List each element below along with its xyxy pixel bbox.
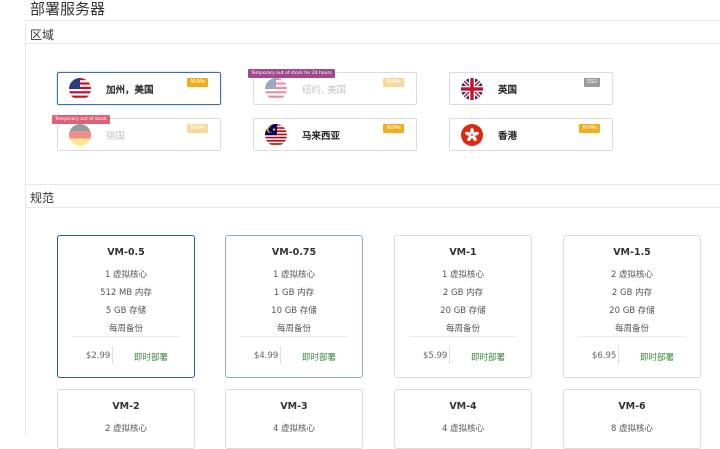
plan-card-vm-1-5[interactable]: VM-1.5 2 虚拟核心 2 GB 内存 20 GB 存储 每周备份 $6.9…: [563, 235, 701, 378]
my-flag-icon: [265, 124, 287, 146]
plan-disk: 10 GB 存储: [271, 306, 317, 316]
separator: [618, 346, 619, 364]
plan-ram: 2 GB 内存: [442, 288, 484, 298]
plan-name: VM-4: [449, 401, 477, 412]
plan-price: $6.95: [592, 351, 617, 361]
plan-cpu: 2 虚拟核心: [104, 424, 148, 434]
plan-disk: 5 GB 存储: [105, 306, 147, 316]
us-flag-icon: [265, 78, 287, 100]
ssd-badge: SSD: [583, 78, 600, 87]
region-name: 加州，美国: [106, 85, 154, 96]
instant-deploy-label: 即时部署: [639, 353, 674, 363]
plan-card-vm-4[interactable]: VM-4 4 虚拟核心: [394, 389, 532, 449]
plan-name: VM-0.75: [271, 247, 317, 258]
divider: [25, 20, 720, 21]
region-section-title: 区域: [30, 28, 55, 42]
plan-price: $2.99: [86, 351, 111, 361]
plan-cpu: 2 虚拟核心: [610, 270, 654, 280]
out-of-stock-tag: Temporary out of stock for 24 hours: [248, 69, 335, 78]
plan-name: VM-1: [449, 247, 477, 258]
region-option-uk[interactable]: 英国 SSD: [449, 72, 613, 105]
plan-card-vm-0-5[interactable]: VM-0.5 1 虚拟核心 512 MB 内存 5 GB 存储 每周备份 $2.…: [57, 235, 195, 378]
nvme-badge: NVMe: [383, 124, 404, 133]
plan-name: VM-2: [112, 401, 140, 412]
plan-name: VM-1.5: [613, 247, 651, 258]
region-name: 英国: [498, 85, 518, 96]
de-flag-icon: [69, 124, 91, 146]
hk-flag-icon: [461, 124, 483, 146]
plan-cpu: 8 虚拟核心: [610, 424, 654, 434]
region-name: 德国: [106, 131, 126, 142]
region-option-california[interactable]: 加州，美国 NVMe: [57, 72, 221, 105]
nvme-badge: NVMe: [579, 124, 600, 133]
separator: [112, 346, 113, 364]
us-flag-icon: [69, 78, 91, 100]
region-option-malaysia[interactable]: 马来西亚 NVMe: [253, 118, 417, 151]
plan-card-vm-3[interactable]: VM-3 4 虚拟核心: [225, 389, 363, 449]
plan-card-vm-2[interactable]: VM-2 2 虚拟核心: [57, 389, 195, 449]
plan-cpu: 1 虚拟核心: [272, 270, 316, 280]
uk-flag-icon: [461, 78, 483, 100]
instant-deploy-label: 即时部署: [133, 353, 168, 363]
plan-ram: 1 GB 内存: [273, 288, 315, 298]
plan-name: VM-6: [618, 401, 646, 412]
plan-ram: 512 MB 内存: [100, 288, 152, 298]
plan-cpu: 1 虚拟核心: [104, 270, 148, 280]
instant-deploy-label: 即时部署: [301, 353, 336, 363]
divider: [25, 184, 720, 185]
divider: [25, 207, 720, 208]
plan-disk: 20 GB 存储: [609, 306, 655, 316]
plan-name: VM-3: [280, 401, 308, 412]
plan-price: $4.99: [254, 351, 279, 361]
region-name: 香港: [498, 131, 518, 142]
plan-cpu: 1 虚拟核心: [441, 270, 485, 280]
plan-cpu: 4 虚拟核心: [441, 424, 485, 434]
nvme-badge: NVMe: [383, 78, 404, 87]
instant-deploy-label: 即时部署: [470, 353, 505, 363]
content-border: [25, 20, 26, 435]
region-option-germany[interactable]: 德国 NVMe Temporary out of stock: [52, 115, 221, 151]
region-option-hong-kong[interactable]: 香港 NVMe: [449, 118, 613, 151]
plan-card-vm-1[interactable]: VM-1 1 虚拟核心 2 GB 内存 20 GB 存储 每周备份 $5.99 …: [394, 235, 532, 378]
region-name: 马来西亚: [302, 131, 341, 142]
plan-cpu: 4 虚拟核心: [272, 424, 316, 434]
plan-name: VM-0.5: [107, 247, 145, 258]
separator: [280, 346, 281, 364]
region-option-new-york[interactable]: 纽约, 美国 NVMe Temporary out of stock for 2…: [248, 69, 417, 105]
region-name: 纽约, 美国: [302, 85, 347, 96]
plan-price: $5.99: [423, 351, 448, 361]
out-of-stock-tag: Temporary out of stock: [52, 115, 110, 124]
plan-disk: 20 GB 存储: [440, 306, 486, 316]
nvme-badge: NVMe: [187, 78, 208, 87]
nvme-badge: NVMe: [187, 124, 208, 133]
separator: [449, 346, 450, 364]
spec-section-title: 规范: [30, 191, 55, 205]
plan-ram: 2 GB 内存: [611, 288, 653, 298]
divider: [25, 43, 720, 44]
page-title: 部署服务器: [30, 0, 106, 18]
plan-card-vm-0-75[interactable]: VM-0.75 1 虚拟核心 1 GB 内存 10 GB 存储 每周备份 $4.…: [225, 235, 363, 378]
plan-card-vm-6[interactable]: VM-6 8 虚拟核心: [563, 389, 701, 449]
